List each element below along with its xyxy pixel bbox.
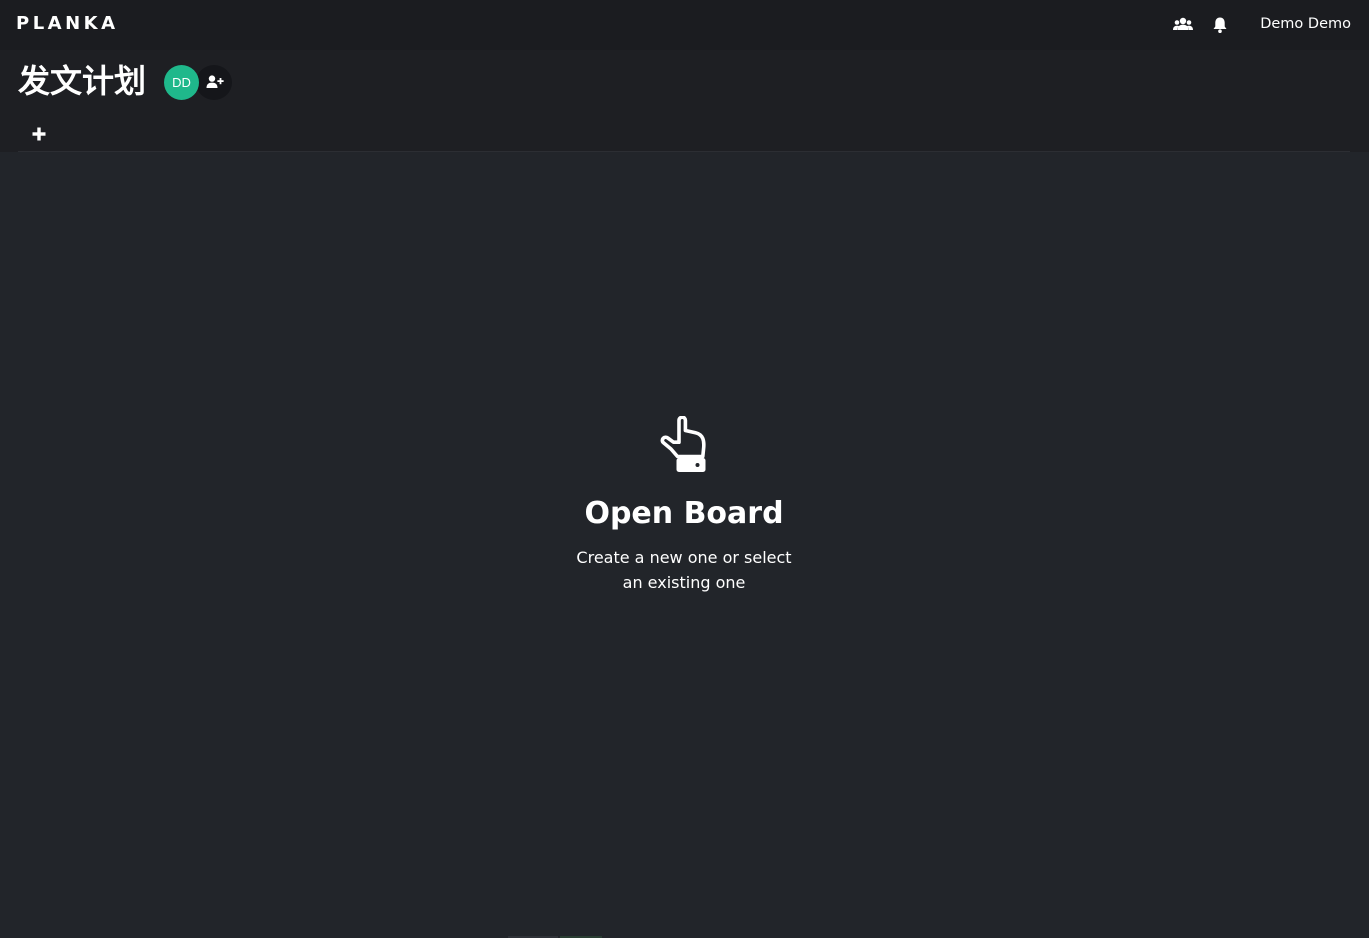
user-menu[interactable]: Demo Demo bbox=[1260, 16, 1351, 32]
top-bar: PLANKA Demo Demo bbox=[0, 0, 1369, 50]
app-logo[interactable]: PLANKA bbox=[16, 13, 119, 34]
board-area: Open Board Create a new one or select an… bbox=[0, 152, 1369, 938]
placeholder-title: Open Board bbox=[584, 496, 784, 531]
bell-icon[interactable] bbox=[1212, 16, 1230, 34]
add-board-button[interactable] bbox=[32, 126, 48, 142]
project-title[interactable]: 发文计划 bbox=[18, 59, 146, 103]
users-icon[interactable] bbox=[1172, 16, 1193, 34]
plus-icon bbox=[32, 126, 46, 145]
member-avatar[interactable]: DD bbox=[164, 65, 199, 100]
open-board-placeholder: Open Board Create a new one or select an… bbox=[484, 416, 884, 595]
pointing-hand-icon bbox=[660, 416, 706, 472]
project-header: 发文计划 DD bbox=[0, 50, 1369, 152]
add-member-button[interactable] bbox=[196, 65, 232, 100]
board-tabs bbox=[18, 117, 1350, 152]
placeholder-text: Create a new one or select an existing o… bbox=[576, 548, 792, 592]
